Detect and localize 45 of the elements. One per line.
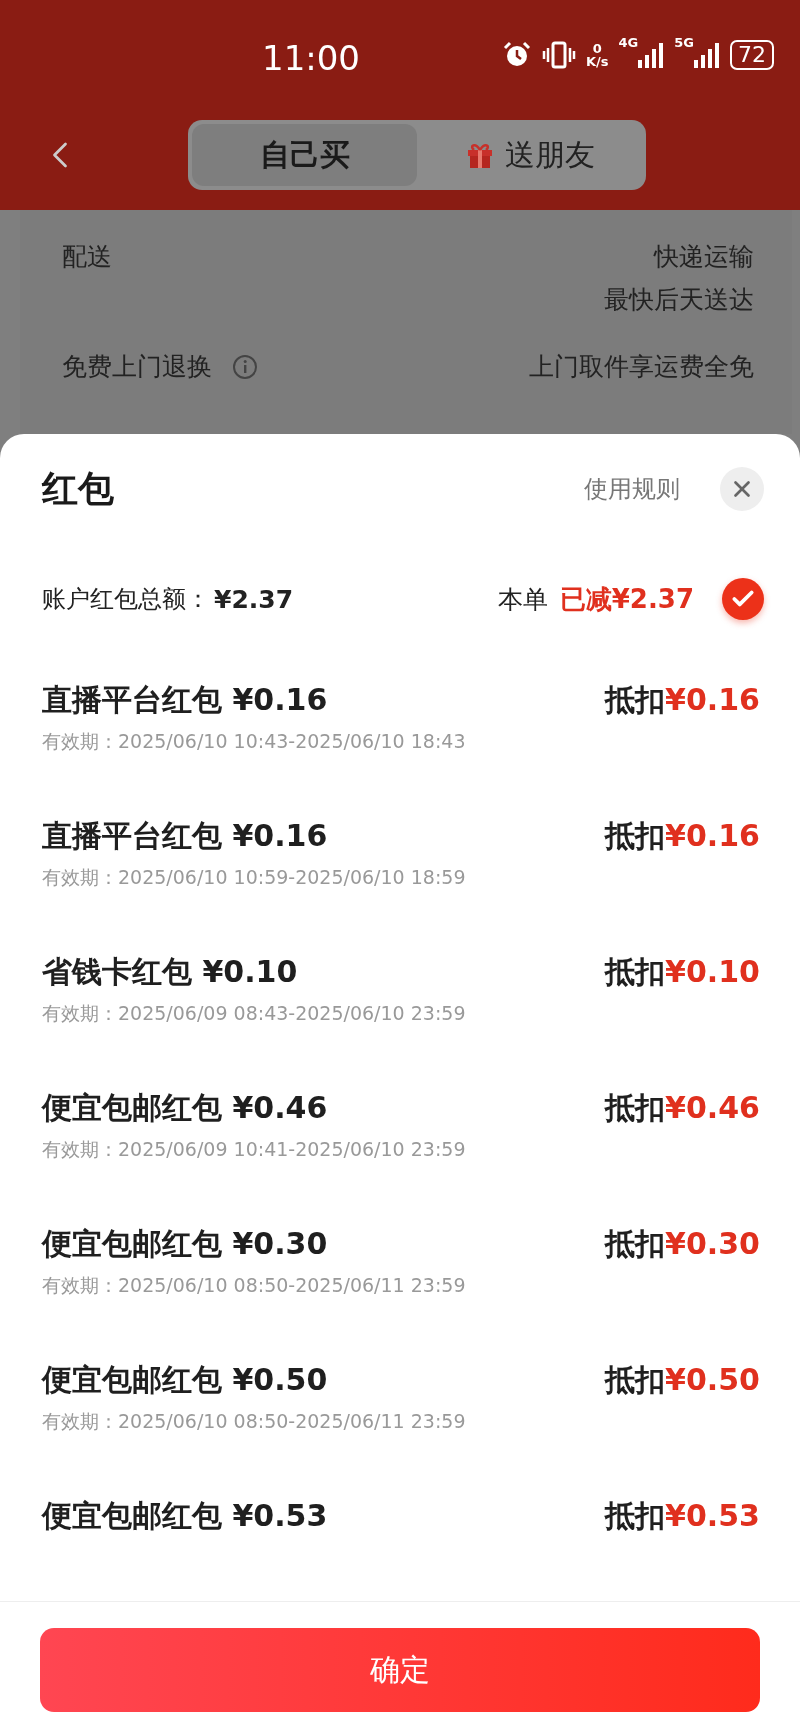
- sheet-title: 红包: [42, 466, 114, 511]
- packet-name: 直播平台红包 ¥0.16: [42, 681, 329, 719]
- deduction-amount: 抵扣¥0.10: [605, 953, 760, 991]
- network-label: 5G: [674, 36, 694, 49]
- deduction-amount: 抵扣¥0.30: [605, 1225, 760, 1263]
- detail-value: 最快后天送达: [604, 284, 754, 316]
- close-button[interactable]: [720, 467, 764, 511]
- deduction-amount: 抵扣¥0.16: [605, 817, 760, 855]
- deducted-amount: 已减¥2.37: [559, 582, 694, 616]
- vibrate-icon: [542, 40, 576, 70]
- deduction-amount: 抵扣¥0.16: [605, 681, 760, 719]
- total-amount: ¥2.37: [214, 584, 294, 614]
- deduction-amount: 抵扣¥0.50: [605, 1361, 760, 1399]
- packet-name: 省钱卡红包 ¥0.10: [42, 953, 299, 991]
- packet-name: 便宜包邮红包 ¥0.30: [42, 1225, 329, 1263]
- confirm-button[interactable]: 确定: [40, 1628, 760, 1712]
- battery-level: 72: [730, 40, 774, 70]
- net-unit: K/s: [586, 55, 609, 68]
- checkbox[interactable]: [722, 578, 764, 620]
- summary-label: 账户红包总额：: [42, 584, 210, 615]
- network-label: 4G: [618, 36, 639, 49]
- net-speed: 0: [592, 42, 602, 55]
- detail-value: 快递运输: [654, 241, 754, 273]
- detail-label: 免费上门退换: [62, 351, 212, 383]
- packet-name: 直播平台红包 ¥0.16: [42, 817, 329, 855]
- rules-link[interactable]: 使用规则: [584, 473, 680, 505]
- validity-period: 有效期：2025/06/10 10:43-2025/06/10 18:43: [42, 729, 466, 754]
- validity-period: 有效期：2025/06/10 10:59-2025/06/10 18:59: [42, 865, 466, 890]
- order-label: 本单: [497, 583, 548, 616]
- validity-period: 有效期：2025/06/10 08:50-2025/06/11 23:59: [42, 1273, 466, 1298]
- packet-name: 便宜包邮红包 ¥0.53: [42, 1497, 328, 1535]
- status-time: 11:00: [262, 38, 360, 78]
- validity-period: 有效期：2025/06/09 10:41-2025/06/10 23:59: [42, 1137, 466, 1162]
- deduction-amount: 抵扣¥0.53: [605, 1497, 760, 1535]
- deduction-amount: 抵扣¥0.46: [605, 1089, 760, 1127]
- detail-label: 配送: [62, 241, 112, 273]
- signal-icon: [638, 42, 665, 68]
- validity-period: 有效期：2025/06/10 08:50-2025/06/11 23:59: [42, 1409, 466, 1434]
- packet-name: 便宜包邮红包 ¥0.46: [42, 1089, 329, 1127]
- packet-name: 便宜包邮红包 ¥0.50: [42, 1361, 329, 1399]
- tab[interactable]: 送朋友: [417, 124, 642, 186]
- validity-period: 有效期：2025/06/09 08:43-2025/06/10 23:59: [42, 1001, 466, 1026]
- tab[interactable]: 自己买: [192, 124, 417, 186]
- detail-value: 上门取件享运费全免: [529, 351, 754, 383]
- signal-icon: [694, 42, 720, 68]
